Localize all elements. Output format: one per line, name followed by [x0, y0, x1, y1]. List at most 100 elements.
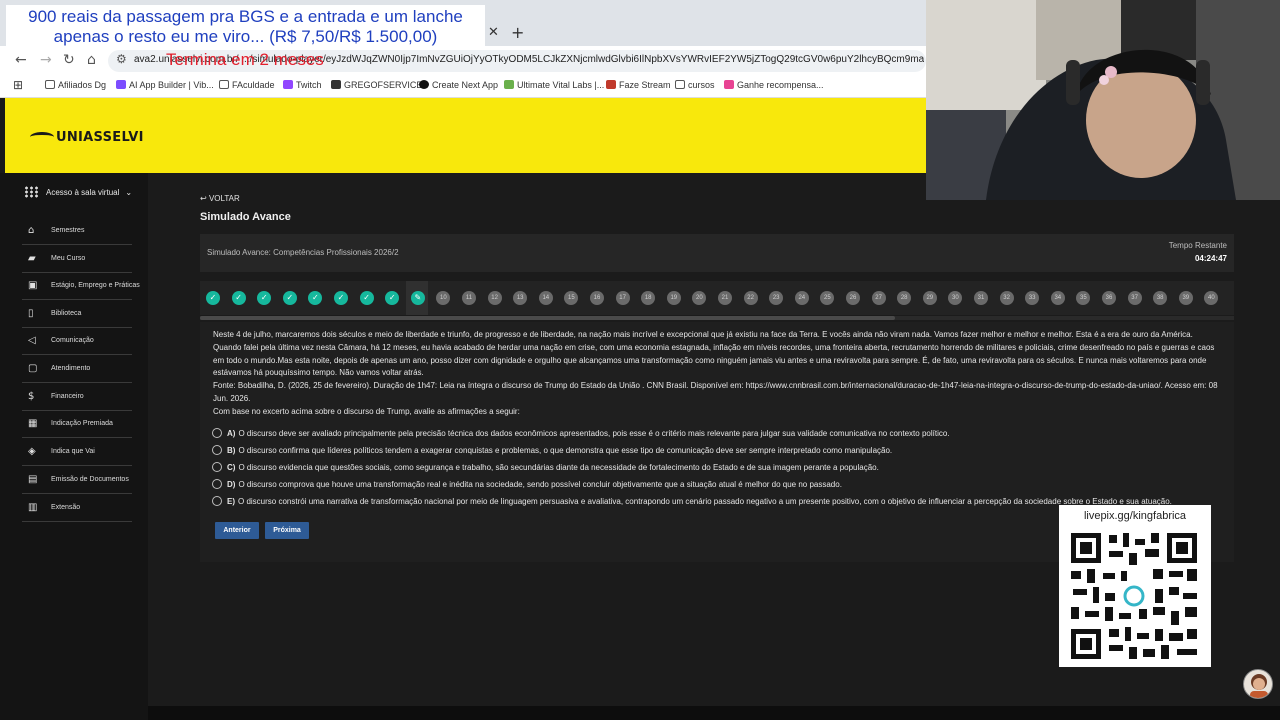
site-settings-icon[interactable]: ⚙	[116, 52, 127, 66]
previous-button[interactable]: Anterior	[215, 522, 259, 539]
option-e[interactable]: E) O discurso constrói uma narrativa de t…	[212, 496, 1172, 506]
forward-arrow-icon[interactable]: →	[40, 52, 52, 68]
radio-button[interactable]	[212, 462, 222, 472]
question-number[interactable]: 27	[871, 291, 886, 305]
question-number[interactable]: 11	[462, 291, 476, 305]
sidebar-item-emissao-documentos[interactable]: ▤ Emissão de Documentos	[22, 467, 132, 494]
question-1-answered[interactable]: ✓	[206, 291, 220, 305]
sidebar-item-comunicacao[interactable]: ◁ Comunicação	[22, 328, 132, 355]
uniasselvi-logo[interactable]: UNIASSELVI	[30, 130, 144, 145]
question-number[interactable]: 37	[1127, 291, 1142, 305]
option-d[interactable]: D) O discurso comprova que houve uma tran…	[212, 479, 842, 489]
question-number[interactable]: 22	[743, 291, 758, 305]
donation-overlay-line1: 900 reais da passagem pra BGS e a entrad…	[28, 7, 463, 26]
question-number[interactable]: 16	[590, 291, 604, 305]
question-number[interactable]: 26	[846, 291, 860, 305]
tab-close-icon[interactable]: ✕	[488, 25, 499, 40]
sidebar-item-semestres[interactable]: ⌂ Semestres	[22, 218, 132, 245]
question-number[interactable]: 20	[692, 291, 707, 305]
chat-widget-avatar[interactable]	[1243, 669, 1273, 699]
sidebar-item-extensao[interactable]: ▥ Extensão	[22, 495, 132, 522]
dollar-icon: $	[28, 391, 35, 402]
question-number[interactable]: 33	[1025, 291, 1040, 305]
twitch-icon	[283, 80, 293, 89]
radio-button[interactable]	[212, 445, 222, 455]
question-number[interactable]: 21	[718, 291, 732, 305]
radio-button[interactable]	[212, 479, 222, 489]
gift-icon: ▦	[28, 418, 38, 429]
sidebar-item-meu-curso[interactable]: ▰ Meu Curso	[22, 246, 132, 273]
option-a[interactable]: A) O discurso deve ser avaliado principal…	[212, 428, 950, 438]
question-number[interactable]: 17	[615, 291, 630, 305]
question-number[interactable]: 32	[999, 291, 1014, 305]
donation-overlay-deadline: Termina em 2 meses	[166, 50, 324, 69]
sidebar-item-estagio[interactable]: ▣ Estágio, Emprego e Práticas	[22, 273, 140, 300]
webcam-feed	[926, 0, 1280, 200]
question-number[interactable]: 19	[666, 291, 681, 305]
option-b[interactable]: B) O discurso confirma que líderes políti…	[212, 445, 892, 455]
back-arrow-icon[interactable]: ←	[15, 52, 27, 68]
question-number[interactable]: 24	[794, 291, 809, 305]
question-number[interactable]: 36	[1102, 291, 1116, 305]
question-number[interactable]: 28	[897, 291, 912, 305]
sidebar-item-indicacao-premiada[interactable]: ▦ Indicação Premiada	[22, 411, 132, 438]
question-number[interactable]: 40	[1204, 291, 1219, 305]
bookmark-item[interactable]: FAculdade	[219, 80, 275, 90]
question-6-answered[interactable]: ✓	[334, 291, 348, 305]
sidebar-item-indica-que-vai[interactable]: ◈ Indica que Vai	[22, 439, 132, 466]
question-number[interactable]: 14	[538, 291, 553, 305]
question-source: Fonte: Bobadilha, D. (2026, 25 de fevere…	[213, 381, 1218, 403]
bookmark-item[interactable]: cursos	[675, 80, 715, 90]
question-3-answered[interactable]: ✓	[257, 291, 272, 305]
page-bottom-bar	[148, 706, 1280, 720]
back-link[interactable]: ↩ VOLTAR	[200, 194, 240, 203]
scrollbar-thumb[interactable]	[200, 316, 895, 320]
radio-button[interactable]	[212, 428, 222, 438]
question-current[interactable]: ✎	[410, 291, 425, 305]
bookmark-item[interactable]: Twitch	[283, 80, 322, 90]
question-4-answered[interactable]: ✓	[282, 291, 297, 305]
sidebar-item-financeiro[interactable]: $ Financeiro	[22, 384, 132, 411]
sala-virtual-menu[interactable]: Acesso à sala virtual ⌄	[24, 186, 132, 198]
question-number[interactable]: 39	[1178, 291, 1193, 305]
bookmark-item[interactable]: Afiliados Dg	[45, 80, 106, 90]
bookmark-item[interactable]: Ultimate Vital Labs |...	[504, 80, 604, 90]
bookmark-item[interactable]: Create Next App	[419, 80, 498, 90]
home-icon[interactable]: ⌂	[87, 52, 96, 68]
question-number[interactable]: 12	[487, 291, 502, 305]
question-number[interactable]: 30	[948, 291, 963, 305]
bookmark-item[interactable]: AI App Builder | Vib...	[116, 80, 214, 90]
question-number[interactable]: 35	[1076, 291, 1091, 305]
question-5-answered[interactable]: ✓	[308, 291, 323, 305]
question-number[interactable]: 15	[564, 291, 579, 305]
bookmark-item[interactable]: Faze Stream	[606, 80, 671, 90]
next-button[interactable]: Próxima	[265, 522, 309, 539]
sidebar-item-atendimento[interactable]: ▢ Atendimento	[22, 356, 132, 383]
book-icon: ▯	[28, 308, 34, 319]
question-7-answered[interactable]: ✓	[359, 291, 374, 305]
sidebar-item-biblioteca[interactable]: ▯ Biblioteca	[22, 301, 132, 328]
bookmark-item[interactable]: GREGOFSERVICES	[331, 80, 428, 90]
question-number[interactable]: 34	[1050, 291, 1065, 305]
question-number[interactable]: 13	[513, 291, 528, 305]
question-2-answered[interactable]: ✓	[231, 291, 246, 305]
back-arrow-icon: ↩	[200, 194, 207, 203]
radio-button[interactable]	[212, 496, 222, 506]
new-tab-icon[interactable]: +	[511, 23, 524, 42]
bookmark-item[interactable]: Ganhe recompensa...	[724, 80, 824, 90]
document-icon: ▤	[28, 474, 38, 485]
question-8-answered[interactable]: ✓	[385, 291, 400, 305]
question-number[interactable]: 25	[820, 291, 835, 305]
apps-grid-icon[interactable]: ⊞	[13, 78, 23, 92]
question-number[interactable]: 10	[436, 291, 451, 305]
question-number[interactable]: 23	[769, 291, 784, 305]
exam-subtitle: Simulado Avance: Competências Profission…	[207, 248, 399, 257]
question-number[interactable]: 38	[1153, 291, 1168, 305]
question-number[interactable]: 18	[641, 291, 656, 305]
question-number[interactable]: 29	[922, 291, 937, 305]
folder-icon	[675, 80, 685, 89]
graduation-cap-icon: ▰	[28, 253, 36, 264]
reload-icon[interactable]: ↻	[63, 52, 75, 68]
option-c[interactable]: C) O discurso evidencia que questões soci…	[212, 462, 879, 472]
question-number[interactable]: 31	[974, 291, 988, 305]
